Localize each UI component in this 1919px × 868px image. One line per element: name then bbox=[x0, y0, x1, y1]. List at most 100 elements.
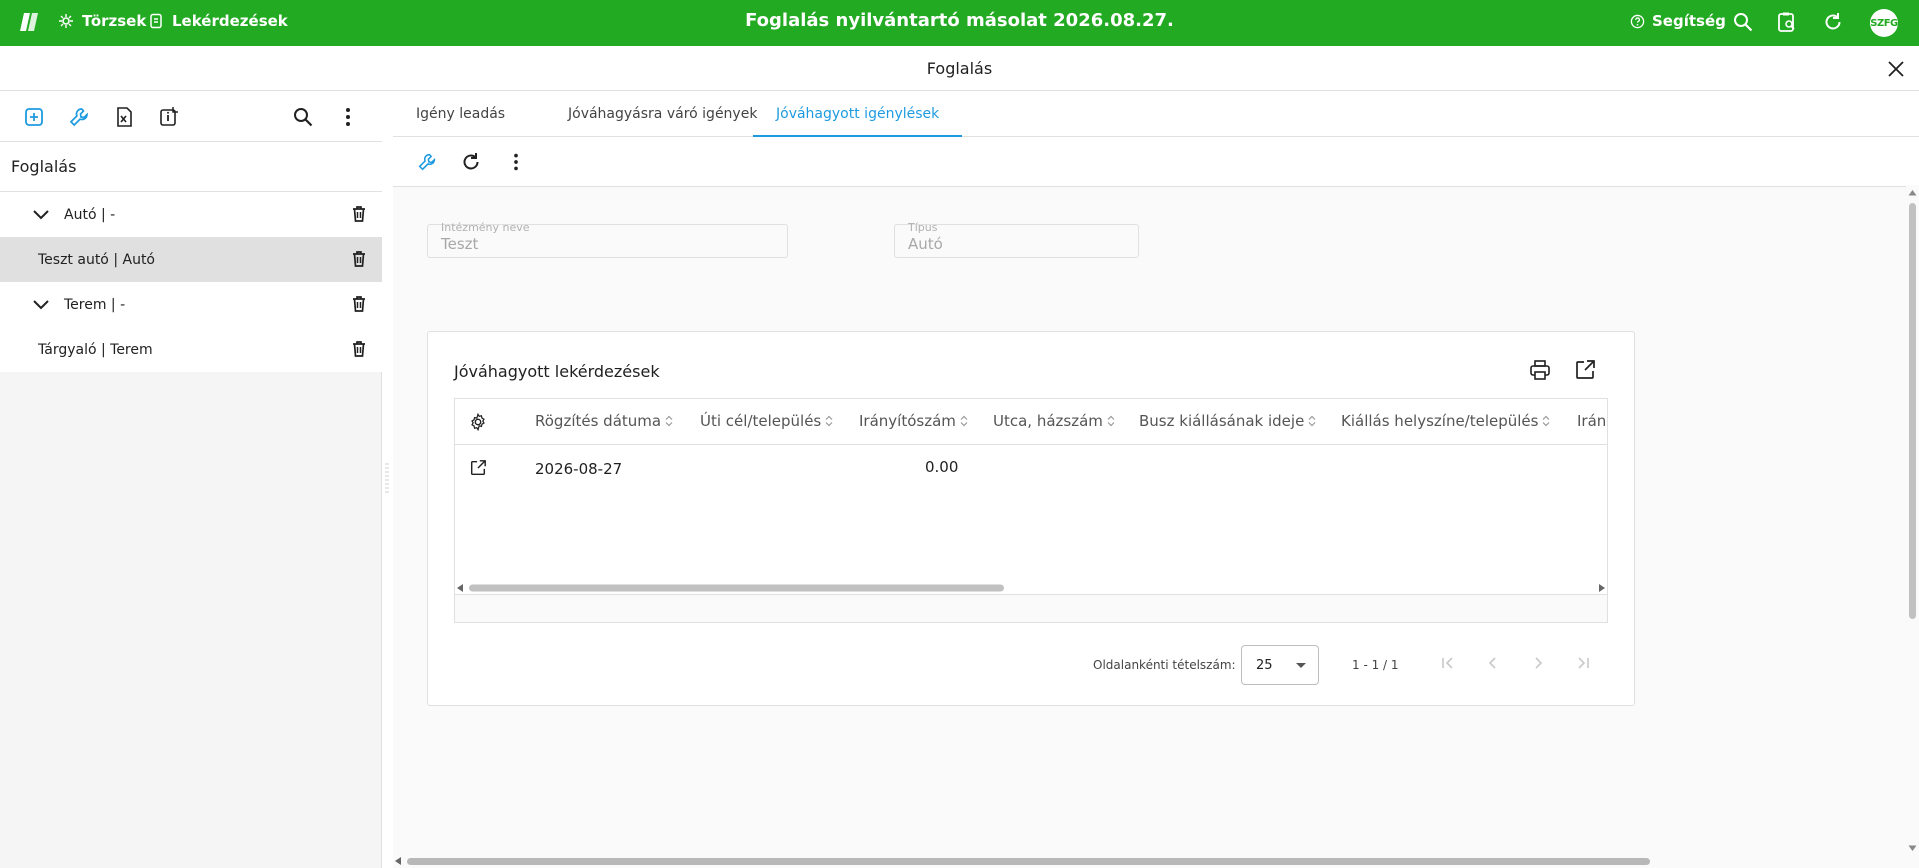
col-iranyitoszam[interactable]: Irányítószám bbox=[859, 412, 968, 430]
more-vert-icon[interactable] bbox=[505, 151, 527, 173]
data-grid: Rögzítés dátuma Úti cél/település Irányí… bbox=[454, 398, 1608, 623]
gear-icon[interactable] bbox=[469, 413, 487, 431]
trash-icon[interactable] bbox=[349, 294, 369, 314]
user-avatar[interactable]: SZFG bbox=[1870, 9, 1898, 37]
trash-icon[interactable] bbox=[349, 339, 369, 359]
tree: Autó | - Teszt autó | Autó Terem | - Tár… bbox=[0, 192, 382, 372]
institution-label: Intézmény neve bbox=[441, 221, 530, 234]
col-rogzites-datuma[interactable]: Rögzítés dátuma bbox=[535, 412, 673, 430]
institution-value: Teszt bbox=[441, 235, 479, 253]
page-title: Foglalás bbox=[926, 59, 993, 78]
tab-bar: Igény leadás Jóváhagyásra váró igények J… bbox=[393, 92, 1919, 137]
help-label: Segítség bbox=[1652, 12, 1726, 30]
more-vert-icon[interactable] bbox=[336, 105, 360, 129]
tree-item-teszt-auto[interactable]: Teszt autó | Autó bbox=[0, 237, 382, 282]
page-size-value: 25 bbox=[1256, 658, 1273, 673]
wrench-icon[interactable] bbox=[416, 151, 438, 173]
nav-torzsek-label: Törzsek bbox=[82, 12, 147, 30]
page-title-bar: Foglalás bbox=[0, 46, 1919, 91]
col-iran-truncated[interactable]: Irán bbox=[1577, 412, 1606, 430]
scrollbar-thumb[interactable] bbox=[1909, 203, 1916, 619]
open-record-icon[interactable] bbox=[469, 459, 487, 477]
search-icon[interactable] bbox=[291, 105, 315, 129]
add-icon[interactable] bbox=[22, 105, 46, 129]
help-button[interactable]: Segítség bbox=[1630, 12, 1726, 30]
sidebar-toolbar bbox=[0, 92, 382, 142]
sort-icon bbox=[960, 415, 968, 427]
app-logo-icon[interactable] bbox=[20, 11, 40, 33]
grid-horizontal-scrollbar[interactable] bbox=[455, 582, 1607, 594]
sidebar-resize-handle[interactable] bbox=[385, 463, 389, 493]
first-page-icon[interactable] bbox=[1438, 653, 1458, 673]
sort-icon bbox=[825, 415, 833, 427]
sort-icon bbox=[1308, 415, 1316, 427]
page-size-label: Oldalankénti tételszám: bbox=[1093, 658, 1236, 672]
approved-queries-card: Jóváhagyott lekérdezések Rögzítés dátuma… bbox=[427, 331, 1635, 706]
top-bar: Törzsek Lekérdezések Foglalás nyilvántar… bbox=[0, 0, 1919, 46]
col-label: Utca, házszám bbox=[993, 412, 1103, 430]
nav-torzsek[interactable]: Törzsek bbox=[58, 12, 146, 30]
grid-footer bbox=[455, 594, 1607, 622]
sidebar-heading: Foglalás bbox=[0, 142, 382, 192]
tree-item-label: Autó | - bbox=[64, 206, 116, 223]
tree-item-label: Tárgyaló | Terem bbox=[38, 341, 153, 358]
col-utca-hazszam[interactable]: Utca, házszám bbox=[993, 412, 1115, 430]
col-busz-kiallas[interactable]: Busz kiállásának ideje bbox=[1139, 412, 1316, 430]
settings-icon bbox=[59, 14, 73, 28]
close-icon[interactable] bbox=[1886, 59, 1906, 79]
trash-icon[interactable] bbox=[349, 249, 369, 269]
page-size-select[interactable]: 25 bbox=[1241, 645, 1319, 685]
type-value: Autó bbox=[908, 235, 943, 253]
table-row[interactable]: 2026-08-27 0.00 bbox=[455, 445, 1607, 491]
search-icon[interactable] bbox=[1732, 11, 1754, 33]
tree-item-label: Terem | - bbox=[64, 296, 126, 313]
col-label: Úti cél/település bbox=[700, 412, 822, 430]
help-icon bbox=[1630, 14, 1645, 28]
prev-page-icon[interactable] bbox=[1483, 653, 1503, 673]
report-icon bbox=[150, 13, 162, 29]
scroll-up-icon[interactable] bbox=[1908, 189, 1917, 196]
wrench-icon[interactable] bbox=[67, 105, 91, 129]
col-kiallas-helyszine[interactable]: Kiállás helyszíne/település bbox=[1341, 412, 1550, 430]
chevron-down-icon[interactable] bbox=[30, 204, 52, 226]
nav-lekerdezesek-label: Lekérdezések bbox=[172, 12, 288, 30]
card-title: Jóváhagyott lekérdezések bbox=[454, 362, 660, 381]
main-vertical-scrollbar[interactable] bbox=[1906, 185, 1919, 868]
main-panel: Igény leadás Jóváhagyásra váró igények J… bbox=[393, 92, 1919, 868]
tree-item-auto[interactable]: Autó | - bbox=[0, 192, 382, 237]
type-label: Típus bbox=[908, 221, 938, 234]
page-range: 1 - 1 / 1 bbox=[1352, 658, 1399, 672]
col-label: Irányítószám bbox=[859, 412, 956, 430]
tab-jovahagyasra-varo[interactable]: Jóváhagyásra váró igények bbox=[545, 92, 780, 137]
main-horizontal-scrollbar[interactable] bbox=[393, 854, 1906, 868]
main-toolbar bbox=[393, 137, 1919, 187]
nav-lekerdezesek[interactable]: Lekérdezések bbox=[148, 12, 288, 30]
col-label: Rögzítés dátuma bbox=[535, 412, 662, 430]
sort-icon bbox=[1107, 415, 1115, 427]
institution-field[interactable]: Intézmény neve Teszt bbox=[427, 221, 788, 258]
tree-item-targyalo[interactable]: Tárgyaló | Terem bbox=[0, 327, 382, 372]
dropdown-arrow-icon bbox=[1296, 663, 1306, 668]
tab-jovahagyott[interactable]: Jóváhagyott igénylések bbox=[753, 92, 963, 137]
refresh-icon[interactable] bbox=[1822, 11, 1844, 33]
tab-igeny-leadas[interactable]: Igény leadás bbox=[393, 92, 528, 137]
grid-header: Rögzítés dátuma Úti cél/település Irányí… bbox=[455, 399, 1607, 445]
cell-zip: 0.00 bbox=[925, 458, 959, 476]
refresh-icon[interactable] bbox=[460, 151, 482, 173]
print-icon[interactable] bbox=[1528, 358, 1552, 382]
chevron-down-icon[interactable] bbox=[30, 294, 52, 316]
clipboard-search-icon[interactable] bbox=[1776, 11, 1798, 33]
tree-item-terem[interactable]: Terem | - bbox=[0, 282, 382, 327]
info-icon[interactable] bbox=[157, 105, 181, 129]
open-external-icon[interactable] bbox=[1573, 358, 1597, 382]
trash-icon[interactable] bbox=[349, 204, 369, 224]
col-label: Irán bbox=[1577, 412, 1607, 430]
col-label: Kiállás helyszíne/település bbox=[1341, 412, 1539, 430]
sort-icon bbox=[1543, 415, 1550, 427]
type-field[interactable]: Típus Autó bbox=[894, 221, 1139, 258]
last-page-icon[interactable] bbox=[1573, 653, 1593, 673]
next-page-icon[interactable] bbox=[1528, 653, 1548, 673]
excel-export-icon[interactable] bbox=[112, 105, 136, 129]
scroll-down-icon[interactable] bbox=[1908, 845, 1917, 852]
col-uti-cel[interactable]: Úti cél/település bbox=[700, 412, 833, 430]
